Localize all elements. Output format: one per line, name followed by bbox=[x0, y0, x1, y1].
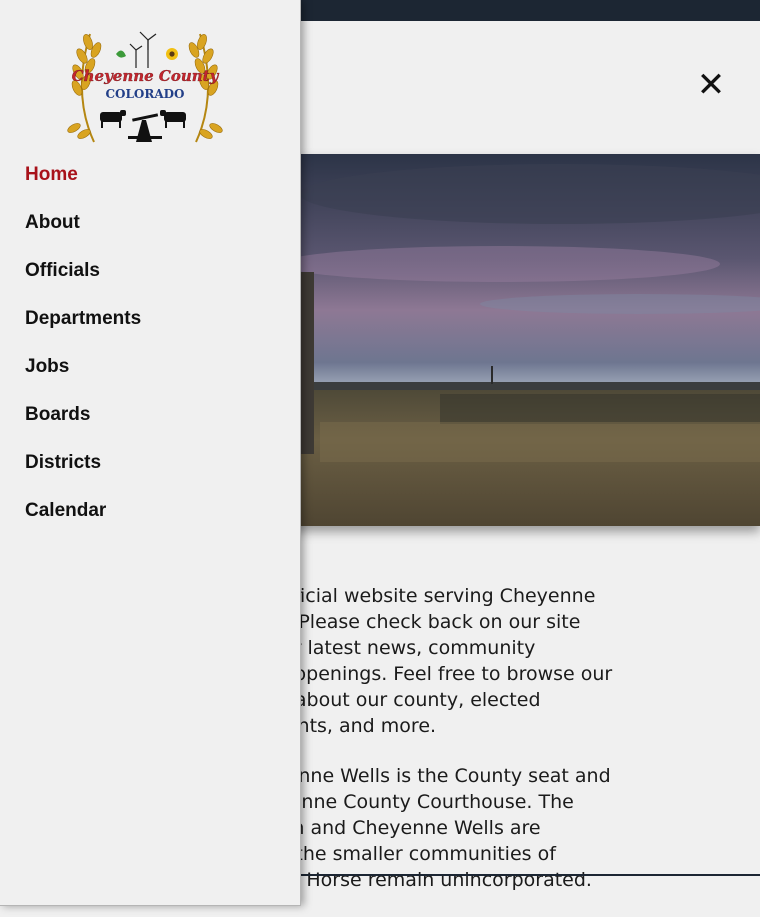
nav-item-calendar[interactable]: Calendar bbox=[25, 498, 141, 546]
nav-item-home[interactable]: Home bbox=[25, 162, 141, 210]
main-nav: Home About Officials Departments Jobs Bo… bbox=[25, 162, 141, 546]
close-icon: ✕ bbox=[696, 65, 726, 105]
nav-item-districts[interactable]: Districts bbox=[25, 450, 141, 498]
nav-item-about[interactable]: About bbox=[25, 210, 141, 258]
close-menu-button[interactable]: ✕ bbox=[694, 66, 728, 104]
nav-item-jobs[interactable]: Jobs bbox=[25, 354, 141, 402]
nav-item-officials[interactable]: Officials bbox=[25, 258, 141, 306]
logo-line-1: Cheyenne County bbox=[72, 67, 220, 85]
nav-item-departments[interactable]: Departments bbox=[25, 306, 141, 354]
county-seal-logo[interactable]: Cheyenne County COLORADO bbox=[64, 24, 226, 148]
nav-item-boards[interactable]: Boards bbox=[25, 402, 141, 450]
logo-line-2: COLORADO bbox=[105, 87, 184, 101]
nav-drawer: Cheyenne County COLORADO Home About Offi… bbox=[0, 0, 301, 906]
